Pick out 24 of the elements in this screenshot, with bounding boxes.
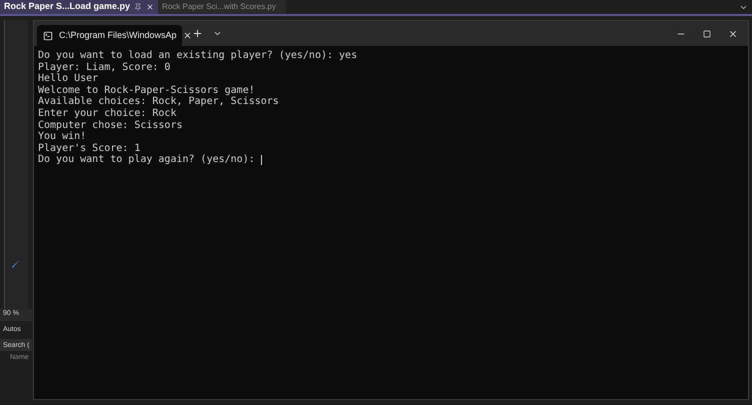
terminal-line: Computer chose: Scissors: [38, 120, 182, 131]
terminal-line: Do you want to play again? (yes/no):: [38, 154, 256, 166]
terminal-line: Player: Liam, Score: 0: [38, 62, 170, 73]
close-icon[interactable]: [182, 31, 192, 40]
editor-tab[interactable]: Rock Paper S...Load game.py: [0, 0, 158, 14]
brush-icon: [11, 259, 21, 269]
dropdown-icon[interactable]: [213, 29, 222, 38]
new-tab-icon[interactable]: [192, 28, 203, 39]
terminal-line: Enter your choice: Rock: [38, 108, 176, 120]
close-icon[interactable]: [728, 28, 738, 38]
tab-title: C:\Program Files\WindowsAp: [59, 28, 177, 42]
terminal-line: Welcome to Rock-Paper-Scissors game!: [38, 84, 255, 96]
dropdown-icon[interactable]: [739, 3, 748, 12]
maximize-icon[interactable]: [703, 30, 711, 38]
terminal-line: Hello User: [38, 73, 98, 85]
text-cursor: [260, 155, 262, 166]
pin-icon[interactable]: [134, 3, 142, 11]
terminal-icon: [43, 30, 53, 40]
terminal-line: You win!: [38, 131, 86, 143]
close-icon[interactable]: [146, 3, 154, 11]
terminal-line: Do you want to load an existing player? (yes/no): yes: [38, 50, 358, 62]
editor-tab[interactable]: Rock Paper Sci...with Scores.py: [158, 0, 286, 14]
terminal-line: Available choices: Rock, Paper, Scissors: [38, 96, 279, 108]
terminal-line: Player's Score: 1: [38, 142, 140, 154]
